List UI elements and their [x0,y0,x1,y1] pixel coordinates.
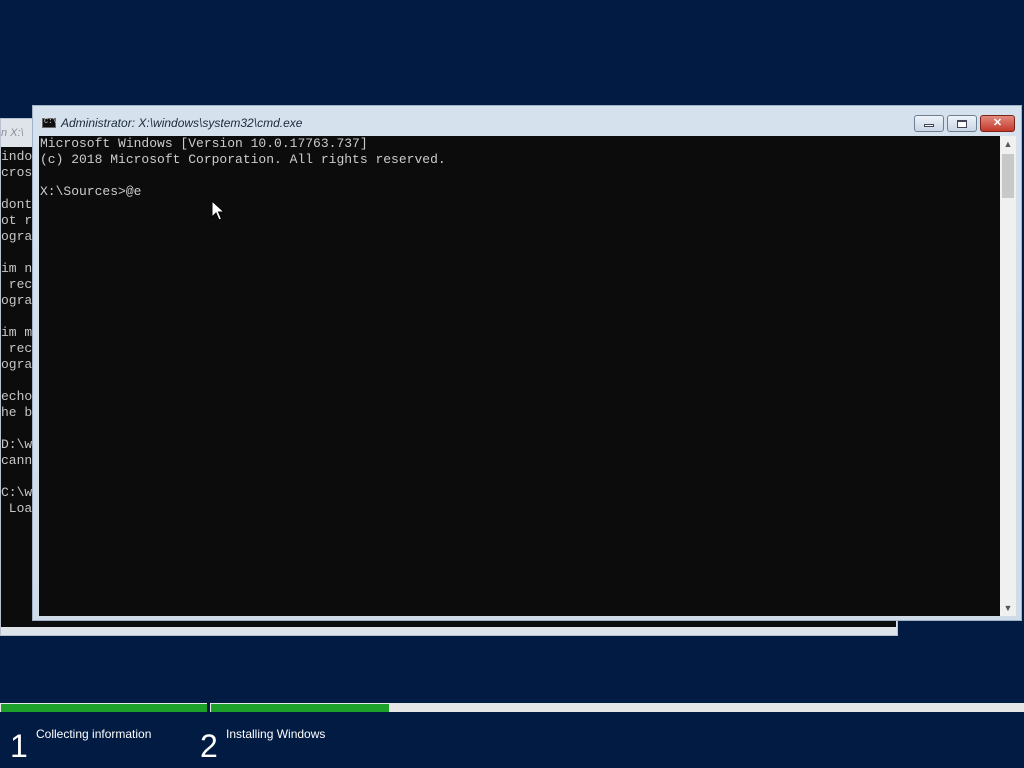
title-bar[interactable]: C:\ Administrator: X:\windows\system32\c… [33,106,1021,136]
background-console-line: he b [1,405,33,420]
background-console-text: indo cros dont ot r ogra im n rec ogra im m rec… [1,149,32,517]
scroll-down-icon[interactable]: ▼ [1000,600,1016,616]
background-console-line: im n [1,261,33,276]
background-console-line: ogra [1,293,33,308]
background-console-line: ogra [1,229,33,244]
background-console-line [1,309,32,325]
cmd-window[interactable]: C:\ Administrator: X:\windows\system32\c… [32,105,1022,621]
vertical-scrollbar[interactable]: ▲ ▼ [1000,136,1016,616]
background-console-line: cros [1,165,33,180]
background-console-line: echo [1,389,33,404]
background-window-title: n X:\ [1,127,24,139]
step-label: Installing Windows [226,727,326,741]
background-console-line: D:\w [1,437,33,452]
background-console-line [1,245,32,261]
close-icon: ✕ [992,117,1003,129]
background-console-line [1,373,32,389]
background-console-line [1,181,32,197]
background-console-line: im m [1,325,33,340]
background-console-line: dont [1,197,33,212]
step-number: 2 [200,728,218,764]
console-line: (c) 2018 Microsoft Corporation. All righ… [40,152,446,167]
console-line: Microsoft Windows [Version 10.0.17763.73… [40,136,368,151]
background-console-line: indo [1,149,33,164]
cmd-icon-text: C:\ [44,118,57,126]
console-output[interactable]: Microsoft Windows [Version 10.0.17763.73… [39,136,1000,616]
close-button[interactable]: ✕ [980,115,1015,132]
background-console-line: cann [1,453,33,468]
background-console-line [1,469,32,485]
setup-desktop: n X:\ indo cros dont ot r ogra im n rec ogra im… [0,0,1024,768]
maximize-button[interactable] [947,115,977,132]
step-label: Collecting information [36,727,152,741]
background-console-line: ogra [1,357,33,372]
mouse-cursor-icon [211,200,225,221]
cmd-icon[interactable]: C:\ [42,118,57,128]
progress-divider [207,703,210,712]
background-console-line: rec [1,341,33,356]
background-console-line: rec [1,277,33,292]
progress-segment-installing [211,704,389,712]
step-number: 1 [10,728,28,764]
progress-segment-collecting [1,704,207,712]
window-title: Administrator: X:\windows\system32\cmd.e… [61,116,303,130]
background-console-line: ot r [1,213,33,228]
background-console-line: C:\w [1,485,33,500]
console-prompt-line[interactable]: X:\Sources>@e [40,184,1000,200]
background-console-line: Loa [1,501,33,516]
maximize-icon [957,119,967,128]
background-console-line [1,421,32,437]
minimize-icon [924,124,934,127]
scroll-up-icon[interactable]: ▲ [1000,136,1016,152]
scrollbar-thumb[interactable] [1002,154,1014,198]
minimize-button[interactable] [914,115,944,132]
